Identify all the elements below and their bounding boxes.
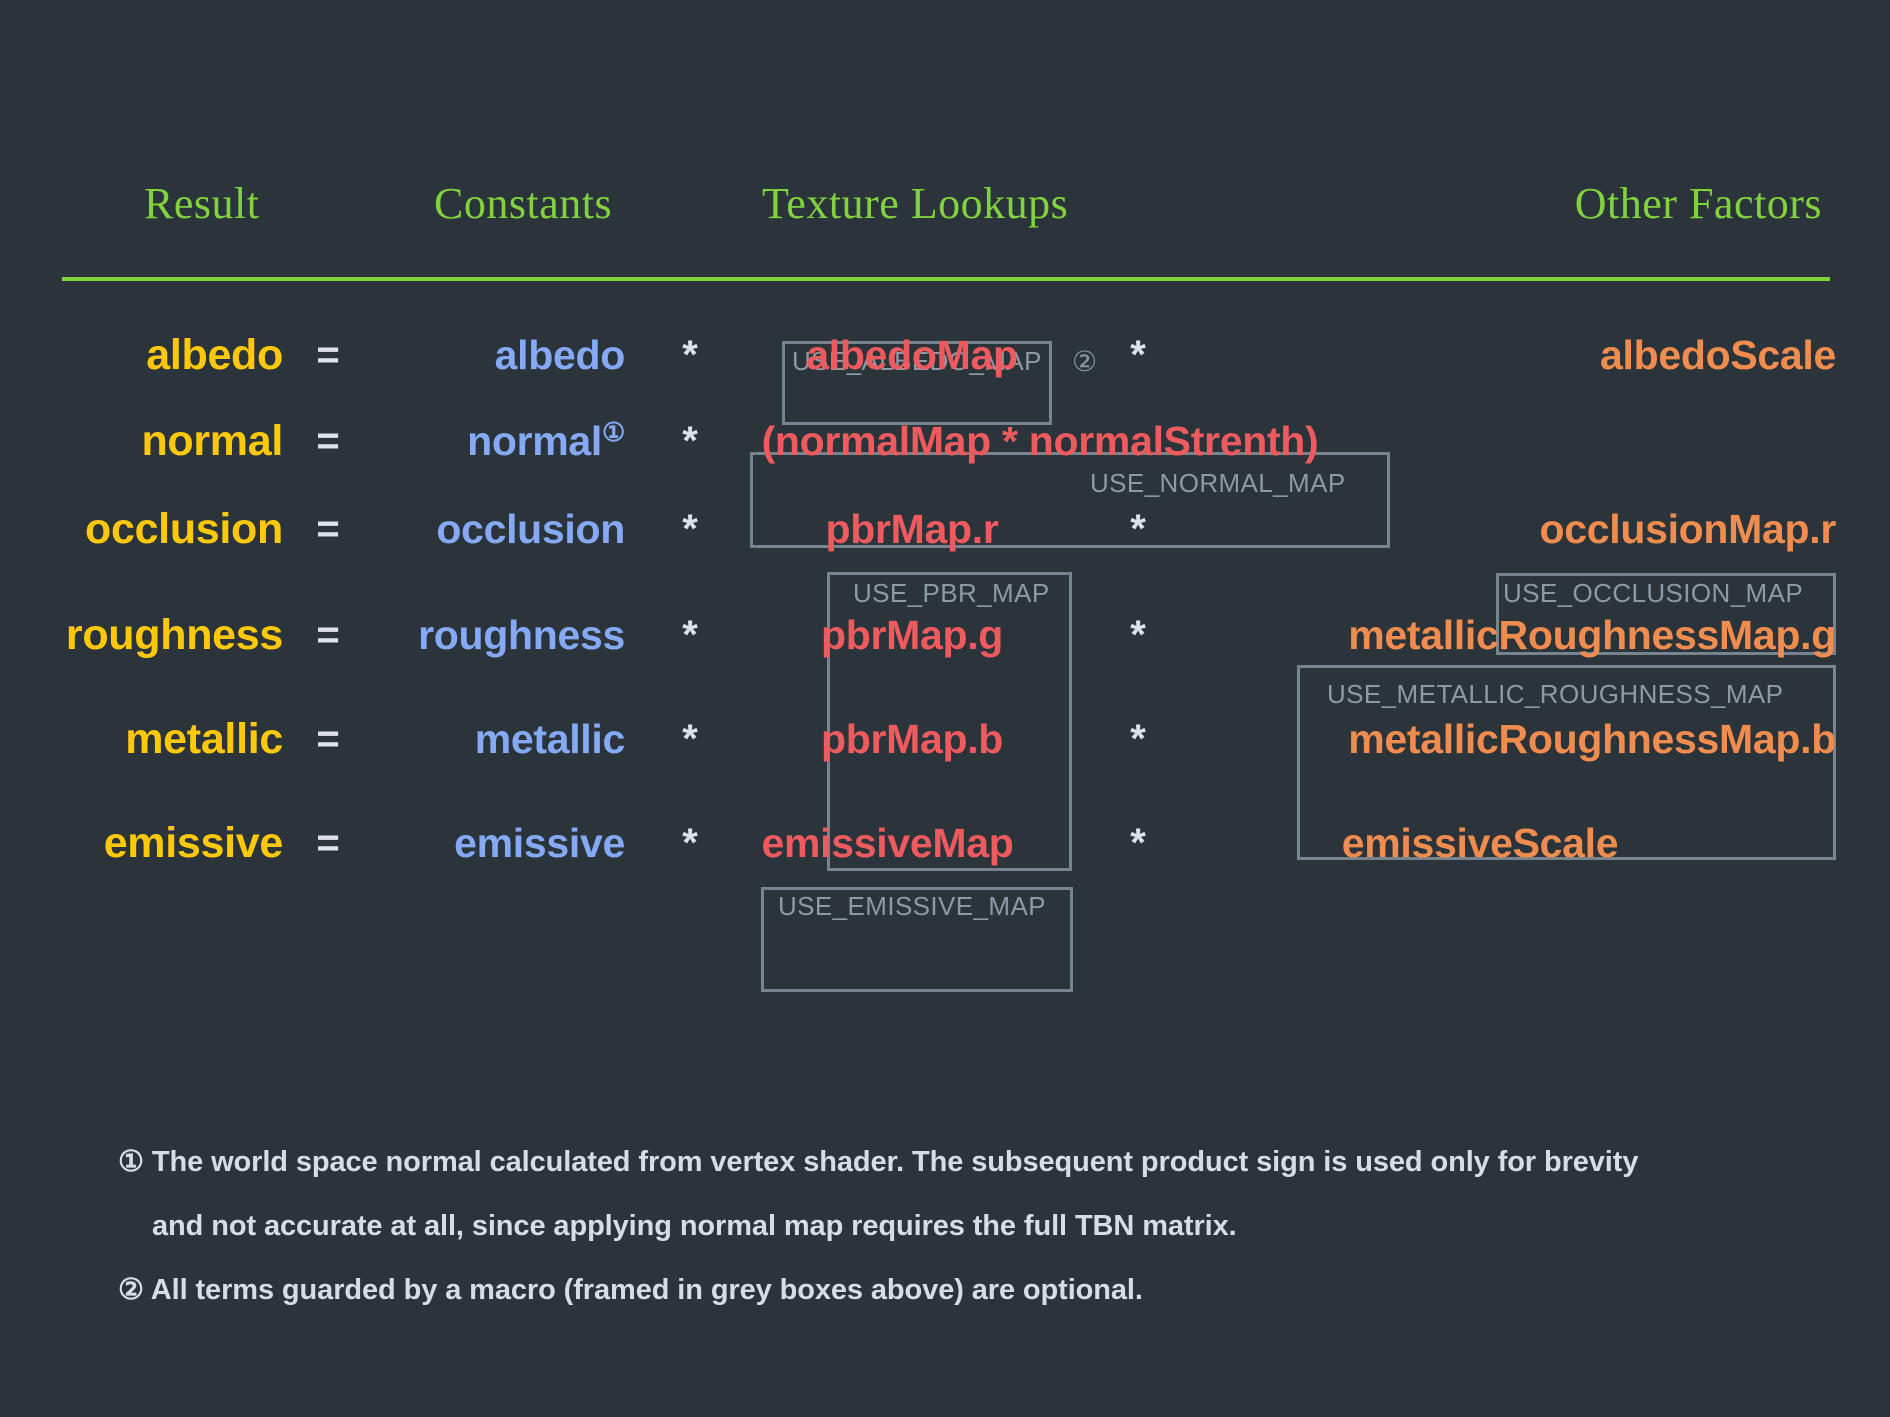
multiply-sign-1: * [682, 716, 698, 761]
texture-normal-map-expression: (normalMap * normalStrenth) [761, 417, 1319, 464]
other-metallic-roughness-map-g: metallicRoughnessMap.g [1348, 611, 1836, 658]
header-texture-lookups: Texture Lookups [762, 179, 1069, 228]
multiply-sign-2: * [1130, 332, 1146, 377]
constant-normal: normal ① [467, 417, 625, 464]
footnote-2: ② All terms guarded by a macro (framed i… [118, 1274, 1143, 1306]
equals-sign: = [316, 332, 340, 377]
multiply-sign-2: * [1130, 506, 1146, 551]
multiply-sign-1: * [682, 506, 698, 551]
multiply-sign-2: * [1130, 716, 1146, 761]
equals-sign: = [316, 418, 340, 463]
constant-albedo: albedo [360, 312, 626, 398]
multiply-sign-1: * [682, 332, 698, 377]
result-metallic: metallic [125, 714, 283, 763]
other-emissive-scale: emissiveScale [1341, 819, 1619, 866]
texture-albedo-map: albedoMap [806, 331, 1018, 378]
other-albedo-scale: albedoScale [1600, 331, 1836, 378]
header-constants: Constants [434, 179, 613, 228]
constant-emissive-label: emissive [454, 819, 625, 866]
constant-normal-label: normal [467, 417, 602, 464]
column-headers: Result Constants Texture Lookups Other F… [62, 178, 1828, 240]
footnote-1-line-2: and not accurate at all, since applying … [152, 1210, 1237, 1242]
equals-sign: = [316, 506, 340, 551]
equals-sign: = [316, 612, 340, 657]
texture-pbr-map-b: pbrMap.b [820, 715, 1004, 762]
result-roughness: roughness [65, 610, 283, 659]
multiply-sign-2: * [1130, 820, 1146, 865]
equation-row-normal: normal = normal ① * (normalMap * normalSt… [0, 398, 1890, 484]
result-normal: normal [141, 416, 283, 465]
equals-sign: = [316, 820, 340, 865]
result-occlusion: occlusion [84, 504, 283, 553]
result-albedo: albedo [146, 330, 283, 379]
constant-roughness: roughness [360, 592, 625, 678]
constant-albedo-label: albedo [494, 331, 626, 378]
header-other-factors: Other Factors [1574, 179, 1822, 228]
equation-row-emissive: emissive = emissive * emissiveMap * emis… [0, 800, 1890, 886]
constant-metallic: metallic [360, 696, 626, 782]
constant-occlusion: occlusion [360, 486, 625, 572]
constant-metallic-label: metallic [474, 715, 626, 762]
texture-emissive-map: emissiveMap [761, 819, 1014, 866]
equation-row-albedo: albedo = albedo * albedoMap * albedoScal… [0, 312, 1890, 398]
pbr-material-equation-diagram: Result Constants Texture Lookups Other F… [0, 0, 1890, 1417]
constant-occlusion-label: occlusion [436, 505, 625, 552]
equation-grid: albedo = albedo * albedoMap * albedoScal… [0, 300, 1890, 1000]
texture-pbr-map-g: pbrMap.g [820, 611, 1004, 658]
equation-row-metallic: metallic = metallic * pbrMap.b * metalli… [0, 696, 1890, 782]
constant-emissive: emissive [360, 800, 625, 886]
multiply-sign-2: * [1130, 612, 1146, 657]
other-occlusion-map-r: occlusionMap.r [1539, 505, 1836, 552]
equation-row-roughness: roughness = roughness * pbrMap.g * metal… [0, 592, 1890, 678]
equals-sign: = [316, 716, 340, 761]
other-metallic-roughness-map-b: metallicRoughnessMap.b [1348, 715, 1836, 762]
header-result: Result [144, 179, 260, 228]
result-emissive: emissive [103, 818, 284, 867]
header-divider-rule [62, 277, 1830, 281]
footnote-1-line-1: ① The world space normal calculated from… [118, 1146, 1639, 1178]
constant-roughness-label: roughness [418, 611, 625, 658]
texture-pbr-map-r: pbrMap.r [825, 505, 999, 552]
equation-row-occlusion: occlusion = occlusion * pbrMap.r * occlu… [0, 486, 1890, 572]
multiply-sign-1: * [682, 612, 698, 657]
